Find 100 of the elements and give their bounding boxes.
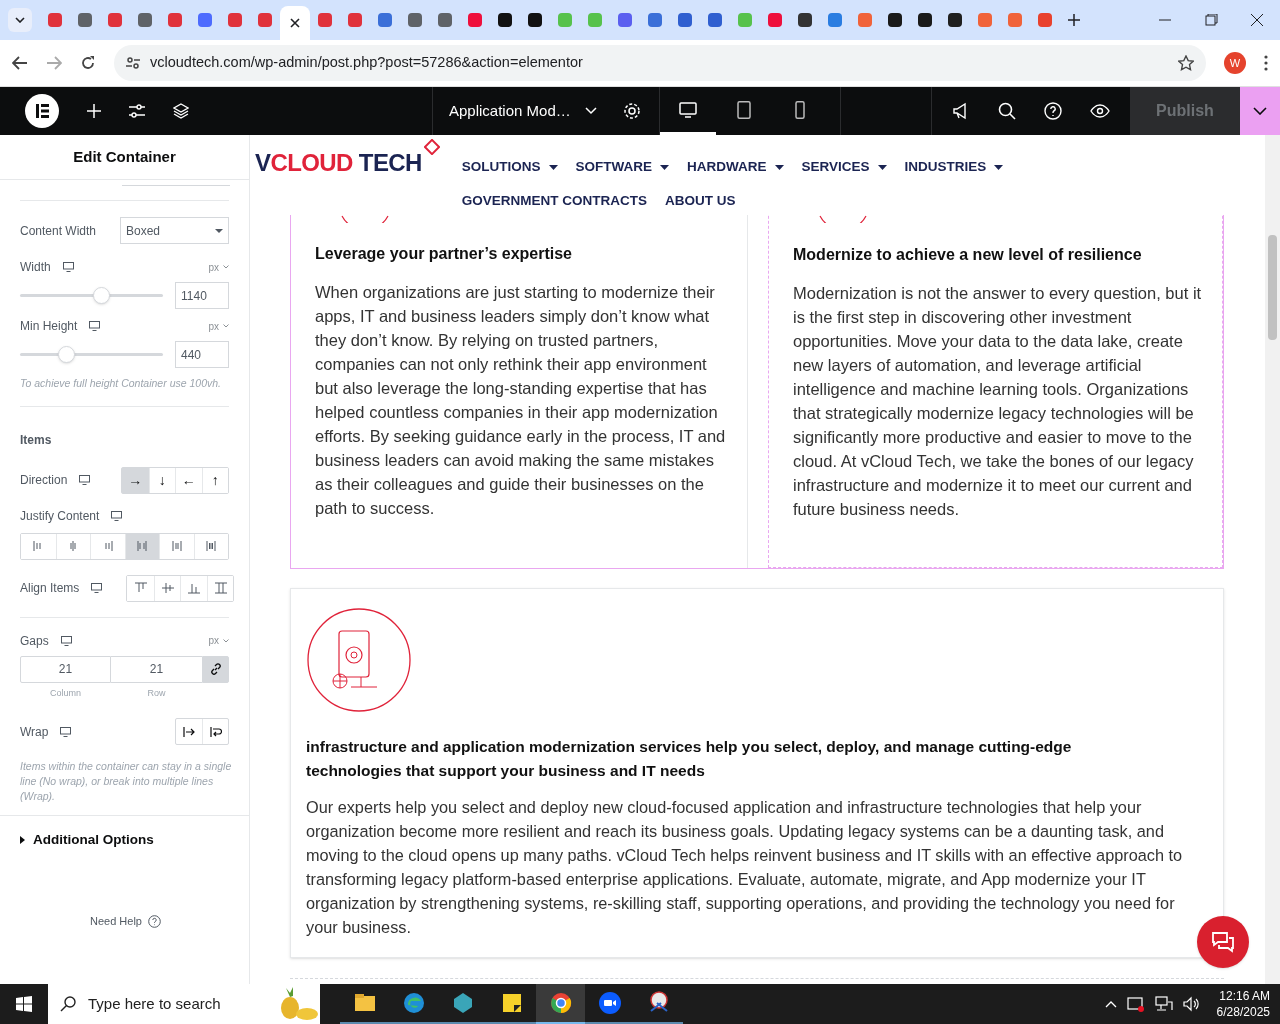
caret-down-icon [994,164,1004,170]
nav-link[interactable]: INDUSTRIES [904,157,1004,178]
input-caption: Column [49,686,82,700]
search-icon[interactable] [998,102,1016,120]
elementor-logo-icon[interactable] [25,94,59,128]
settings-icon[interactable] [622,102,641,120]
settings-sliders-icon[interactable] [129,104,145,118]
justify-evenly-icon [206,540,217,553]
content-width-select[interactable]: Boxed [120,217,229,244]
justify-center-icon [68,540,79,553]
volume-icon[interactable] [1182,996,1201,1012]
chevron-down-icon [223,324,229,328]
layers-icon[interactable] [173,103,189,119]
align-top-icon [134,582,147,595]
hint-text: Items within the container can stay in a single line (No wrap), or break into multiple lines (Wrap). [20,759,232,805]
add-icon[interactable] [87,104,101,118]
wrap-icon [209,726,222,737]
search-icon [60,996,76,1012]
network-icon[interactable] [1154,996,1173,1012]
taskbar-clock[interactable]: 12:16 AM 6/28/2025 [1216,988,1270,1020]
desktop-icon[interactable] [60,635,72,646]
card-heading: infrastructure and application modernization services help you select, deploy, and manage cutting-edge technologies that support your business and IT needs [306,737,1073,781]
desktop-icon[interactable] [91,583,103,594]
tablet-icon [734,100,753,119]
field-label: Gaps [20,632,49,650]
bookmark-star-icon[interactable] [1178,55,1194,71]
back-icon[interactable] [12,56,28,70]
column-heading: Modernize to achieve a new level of resilience [793,245,1143,265]
profile-avatar[interactable]: W [1224,52,1246,74]
desktop-icon[interactable] [60,726,72,737]
nav-link[interactable]: SOFTWARE [575,157,670,178]
card-paragraph: Our experts help you select and deploy new cloud-focused application and infrastructure technologies that help your organization become more resilient and reach its business goals. Updating legacy systems can be a daunting task, and moving to the cloud opens up many paths. vCloud Tech helps reinvent business and IT skills with an effective approach to transforming legacy platform-based enterprise applications. Evaluate, automate, migrate, and App modernize your IT organization by strengthening systems, re-skilling staff, supporting operations, and providing the technology you need for your business. [306,797,1184,938]
slider-thumb[interactable] [57,346,75,363]
field-label: Content Width [20,222,97,240]
desktop-icon[interactable] [89,321,101,331]
zoom-icon [597,991,622,1015]
notification-icon[interactable] [1126,996,1145,1012]
additional-options-toggle[interactable]: Additional Options [0,815,249,851]
input-caption: Row [146,686,167,700]
desktop-icon[interactable] [79,475,91,486]
justify-between-icon [137,540,148,553]
chat-icon [1211,931,1235,953]
need-help-link[interactable]: Need Help [90,913,161,930]
logo-diamond-icon [423,139,440,155]
slider-track[interactable] [20,346,163,363]
reload-icon[interactable] [80,55,96,71]
column-gap-input[interactable]: 21 [20,655,111,683]
desktop-icon[interactable] [62,262,74,272]
scrollbar[interactable] [1265,135,1280,984]
justify-start-icon [33,540,44,553]
chevron-down-icon [223,265,229,269]
address-bar[interactable]: vcloudtech.com/wp-admin/post.php?post=57286&action=elementor [114,45,1206,81]
nav-link[interactable]: GOVERNMENT CONTRACTS [461,191,647,212]
caret-down-icon [548,164,558,170]
caret-down-icon [774,164,784,170]
section-heading: Items [20,431,53,449]
field-label: Justify Content [20,507,100,525]
direction-option-button[interactable]: → [122,467,149,493]
number-input[interactable]: 440 [175,341,229,368]
field-label: Direction [20,472,68,490]
menu-icon[interactable] [1264,55,1268,71]
chevron-down-icon [15,17,25,23]
desktop-icon [678,100,697,119]
site-logo[interactable]: VCLOUD TECH [255,139,440,181]
chrome-icon [548,991,573,1015]
nav-link[interactable]: SERVICES [801,157,887,178]
tab-search-button[interactable] [8,8,32,32]
slider-thumb[interactable] [93,287,111,304]
row-gap-input[interactable]: 21 [111,655,202,683]
document-title-dropdown[interactable]: Application Mod… [449,99,597,123]
field-label: Wrap [20,723,49,741]
site-settings-icon[interactable] [126,56,140,70]
chevron-up-icon[interactable] [1104,1000,1117,1008]
link-values-button[interactable] [202,655,229,683]
nav-link[interactable]: HARDWARE [687,157,784,178]
desktop-icon[interactable] [111,510,123,521]
chevron-down-icon [1253,107,1267,115]
number-input[interactable]: 1140 [175,282,229,309]
chat-button[interactable] [1197,916,1249,968]
segmented-control[interactable] [175,718,229,746]
help-icon[interactable] [1044,102,1062,120]
slider-track[interactable] [20,287,163,304]
taskbar-search-field[interactable]: Type here to search [48,984,320,1024]
new-tab-icon[interactable] [1068,14,1080,26]
column-paragraph: Modernization is not the answer to every question, but it is the first step in discovering other investment opportunities. Move your data to the data lake, create new layers of automation, and leverage artificial intelligence and machine learning tools. Organizations that strategically modernize legacy technologies will be significantly more productive and easier to move to the cloud. At vCloud Tech, we take the bones of our legacy infrastructure and modernize it to meet our current and future business needs. [793,283,1202,520]
nav-link[interactable]: ABOUT US [665,191,736,212]
close-icon[interactable] [290,18,300,28]
segmented-control[interactable]: → ↓ ← ↑ [121,466,229,494]
field-label: Align Items [20,580,80,598]
justify-option-button[interactable] [124,533,159,559]
taskbar-app-button[interactable] [536,984,585,1024]
direction-option-button[interactable]: ↑ [201,467,228,493]
nav-link[interactable]: SOLUTIONS [461,157,558,178]
align-bottom-icon [188,582,201,595]
field-label: Min Height [20,318,78,335]
justify-end-icon [102,540,113,553]
no-wrap-icon [183,726,195,737]
column-heading: Leverage your partner’s expertise [315,244,573,264]
dropdown-caret-icon [215,228,223,233]
preview-eye-icon[interactable] [1090,104,1110,118]
